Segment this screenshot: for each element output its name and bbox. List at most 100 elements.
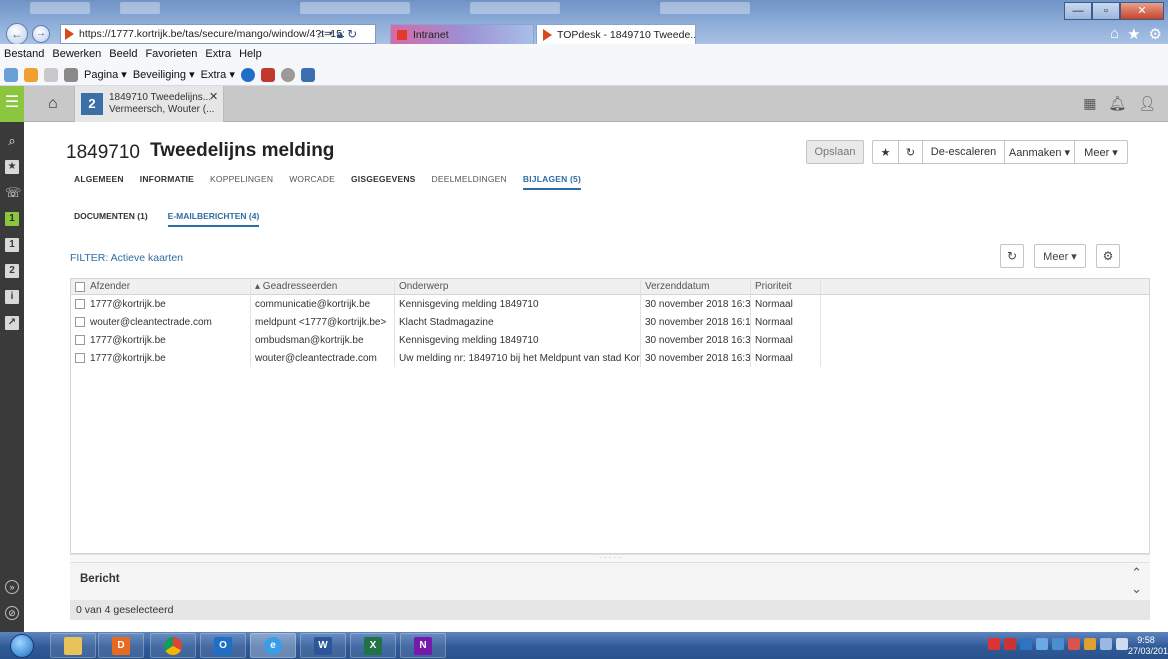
- table-row[interactable]: 1777@kortrijk.be wouter@cleantectrade.co…: [71, 349, 1149, 367]
- table-row[interactable]: wouter@cleantectrade.com meldpunt <1777@…: [71, 313, 1149, 331]
- menu-beeld[interactable]: Beeld: [109, 48, 137, 60]
- browser-tab-intranet[interactable]: Intranet: [390, 24, 534, 44]
- settings-gear-icon[interactable]: ⚙: [1149, 25, 1162, 43]
- tab-worcade[interactable]: WORCADE: [289, 174, 335, 190]
- subtab-emailberichten[interactable]: E-MAILBERICHTEN (4): [167, 211, 260, 227]
- phone-call-icon[interactable]: ☏: [5, 186, 21, 200]
- mail-icon[interactable]: [44, 67, 58, 82]
- tab-algemeen[interactable]: ALGEMEEN: [74, 174, 124, 190]
- taskbar-excel[interactable]: X: [350, 633, 396, 658]
- tray-app-icon[interactable]: [1036, 638, 1048, 650]
- row-checkbox[interactable]: [75, 353, 85, 363]
- menu-beveiliging[interactable]: Beveiliging ▾: [133, 68, 195, 81]
- grid-refresh-button[interactable]: ↻: [1000, 244, 1024, 268]
- maximize-button[interactable]: ▫: [1092, 2, 1120, 20]
- table-row[interactable]: 1777@kortrijk.be ombudsman@kortrijk.be K…: [71, 331, 1149, 349]
- tab-gisgegevens[interactable]: GISGEGEVENS: [351, 174, 416, 190]
- starred-icon[interactable]: ★: [5, 160, 19, 174]
- second-line-icon[interactable]: 2: [5, 264, 19, 278]
- table-row[interactable]: 1777@kortrijk.be communicatie@kortrijk.b…: [71, 295, 1149, 313]
- taskbar-internet-explorer[interactable]: e: [250, 633, 296, 658]
- chevron-up-icon[interactable]: ⌃: [1131, 565, 1142, 581]
- menu-help[interactable]: Help: [239, 48, 262, 60]
- operator-icon[interactable]: ↗: [5, 316, 19, 330]
- first-line-icon[interactable]: 1: [5, 238, 19, 252]
- menu-bewerken[interactable]: Bewerken: [52, 48, 101, 60]
- feeds-icon[interactable]: [24, 67, 38, 82]
- onenote-icon[interactable]: [300, 67, 315, 82]
- taskbar-word[interactable]: W: [300, 633, 346, 658]
- addon-gear-icon[interactable]: [280, 67, 295, 82]
- favorites-star-icon[interactable]: ★: [1127, 25, 1140, 43]
- tab-informatie[interactable]: INFORMATIE: [140, 174, 194, 190]
- app-tab-card[interactable]: 2 1849710 Tweedelijns... Vermeersch, Wou…: [74, 86, 224, 122]
- row-checkbox[interactable]: [75, 299, 85, 309]
- menu-bestand[interactable]: Bestand: [4, 48, 44, 60]
- compass-icon[interactable]: ⊘: [5, 606, 19, 620]
- minimize-button[interactable]: —: [1064, 2, 1092, 20]
- user-settings-icon[interactable]: 👤︎: [1138, 95, 1156, 112]
- row-checkbox[interactable]: [75, 317, 85, 327]
- back-button[interactable]: ←: [6, 23, 28, 45]
- refresh-icon[interactable]: ↻: [347, 24, 357, 44]
- language-icon[interactable]: [988, 638, 1000, 650]
- column-header-onderwerp[interactable]: Onderwerp: [395, 279, 641, 294]
- outlook-tray-icon[interactable]: [1020, 638, 1032, 650]
- forward-button[interactable]: →: [32, 25, 50, 43]
- tray-app-icon[interactable]: [1084, 638, 1096, 650]
- close-app-tab-icon[interactable]: ✕: [209, 90, 218, 103]
- taskbar-outlook[interactable]: O: [200, 633, 246, 658]
- chevron-down-icon[interactable]: ⌄: [1131, 581, 1142, 597]
- tab-bijlagen[interactable]: BIJLAGEN (5): [522, 174, 582, 190]
- tray-app-icon[interactable]: [1068, 638, 1080, 650]
- filter-link[interactable]: FILTER: Actieve kaarten: [70, 252, 183, 264]
- tray-app-icon[interactable]: [1052, 638, 1064, 650]
- column-header-afzender[interactable]: Afzender: [71, 279, 251, 294]
- start-button[interactable]: [10, 634, 34, 658]
- menu-extra-cmd[interactable]: Extra ▾: [201, 68, 235, 81]
- dropdown-icon[interactable]: ▾: [329, 24, 333, 44]
- create-button[interactable]: Aanmaken ▾: [1005, 141, 1075, 163]
- home-page-icon[interactable]: [4, 67, 18, 82]
- menu-hamburger-icon[interactable]: ☰: [0, 86, 24, 122]
- more-button[interactable]: Meer ▾: [1075, 141, 1127, 163]
- home-icon[interactable]: ⌂: [1110, 25, 1119, 43]
- info-icon[interactable]: i: [5, 290, 19, 304]
- browser-tab-topdesk[interactable]: TOPdesk - 1849710 Tweede... ✕: [536, 24, 696, 44]
- save-button[interactable]: Opslaan: [806, 140, 864, 164]
- print-icon[interactable]: [64, 67, 78, 82]
- row-checkbox[interactable]: [75, 335, 85, 345]
- taskbar-clock[interactable]: 9:58 27/03/2019: [1128, 635, 1168, 657]
- first-line-call-icon[interactable]: 1: [5, 212, 19, 226]
- tray-app-icon[interactable]: [1004, 638, 1016, 650]
- network-icon[interactable]: [1100, 638, 1112, 650]
- column-header-prioriteit[interactable]: Prioriteit: [751, 279, 821, 294]
- deescalate-button[interactable]: De-escaleren: [923, 141, 1005, 163]
- column-header-verzenddatum[interactable]: Verzenddatum: [641, 279, 751, 294]
- search-icon[interactable]: ⌕: [318, 24, 325, 44]
- research-icon[interactable]: [260, 67, 275, 82]
- app-home-icon[interactable]: ⌂: [48, 95, 58, 113]
- expand-sidebar-icon[interactable]: »: [5, 580, 19, 594]
- taskbar-onenote[interactable]: N: [400, 633, 446, 658]
- volume-icon[interactable]: [1116, 638, 1128, 650]
- select-all-checkbox[interactable]: [75, 281, 85, 292]
- refresh-icon[interactable]: ↻: [899, 141, 923, 163]
- tab-deelmeldingen[interactable]: DEELMELDINGEN: [432, 174, 507, 190]
- menu-favorieten[interactable]: Favorieten: [145, 48, 197, 60]
- calendar-icon[interactable]: ▦: [1083, 95, 1096, 112]
- menu-pagina[interactable]: Pagina ▾: [84, 68, 127, 81]
- subtab-documenten[interactable]: DOCUMENTEN (1): [74, 211, 148, 227]
- menu-extra[interactable]: Extra: [205, 48, 231, 60]
- taskbar-app-orange[interactable]: D: [98, 633, 144, 658]
- taskbar-chrome[interactable]: [150, 633, 196, 658]
- grid-settings-button[interactable]: ⚙: [1096, 244, 1120, 268]
- taskbar-explorer[interactable]: [50, 633, 96, 658]
- grid-more-button[interactable]: Meer ▾: [1034, 244, 1086, 268]
- favorite-star-icon[interactable]: ★: [873, 141, 899, 163]
- help-icon[interactable]: [240, 67, 255, 82]
- tab-koppelingen[interactable]: KOPPELINGEN: [210, 174, 273, 190]
- notification-bell-icon[interactable]: 🔔︎: [1108, 95, 1126, 112]
- search-icon[interactable]: ⌕: [5, 134, 19, 148]
- lock-icon[interactable]: 🔒︎: [337, 24, 343, 44]
